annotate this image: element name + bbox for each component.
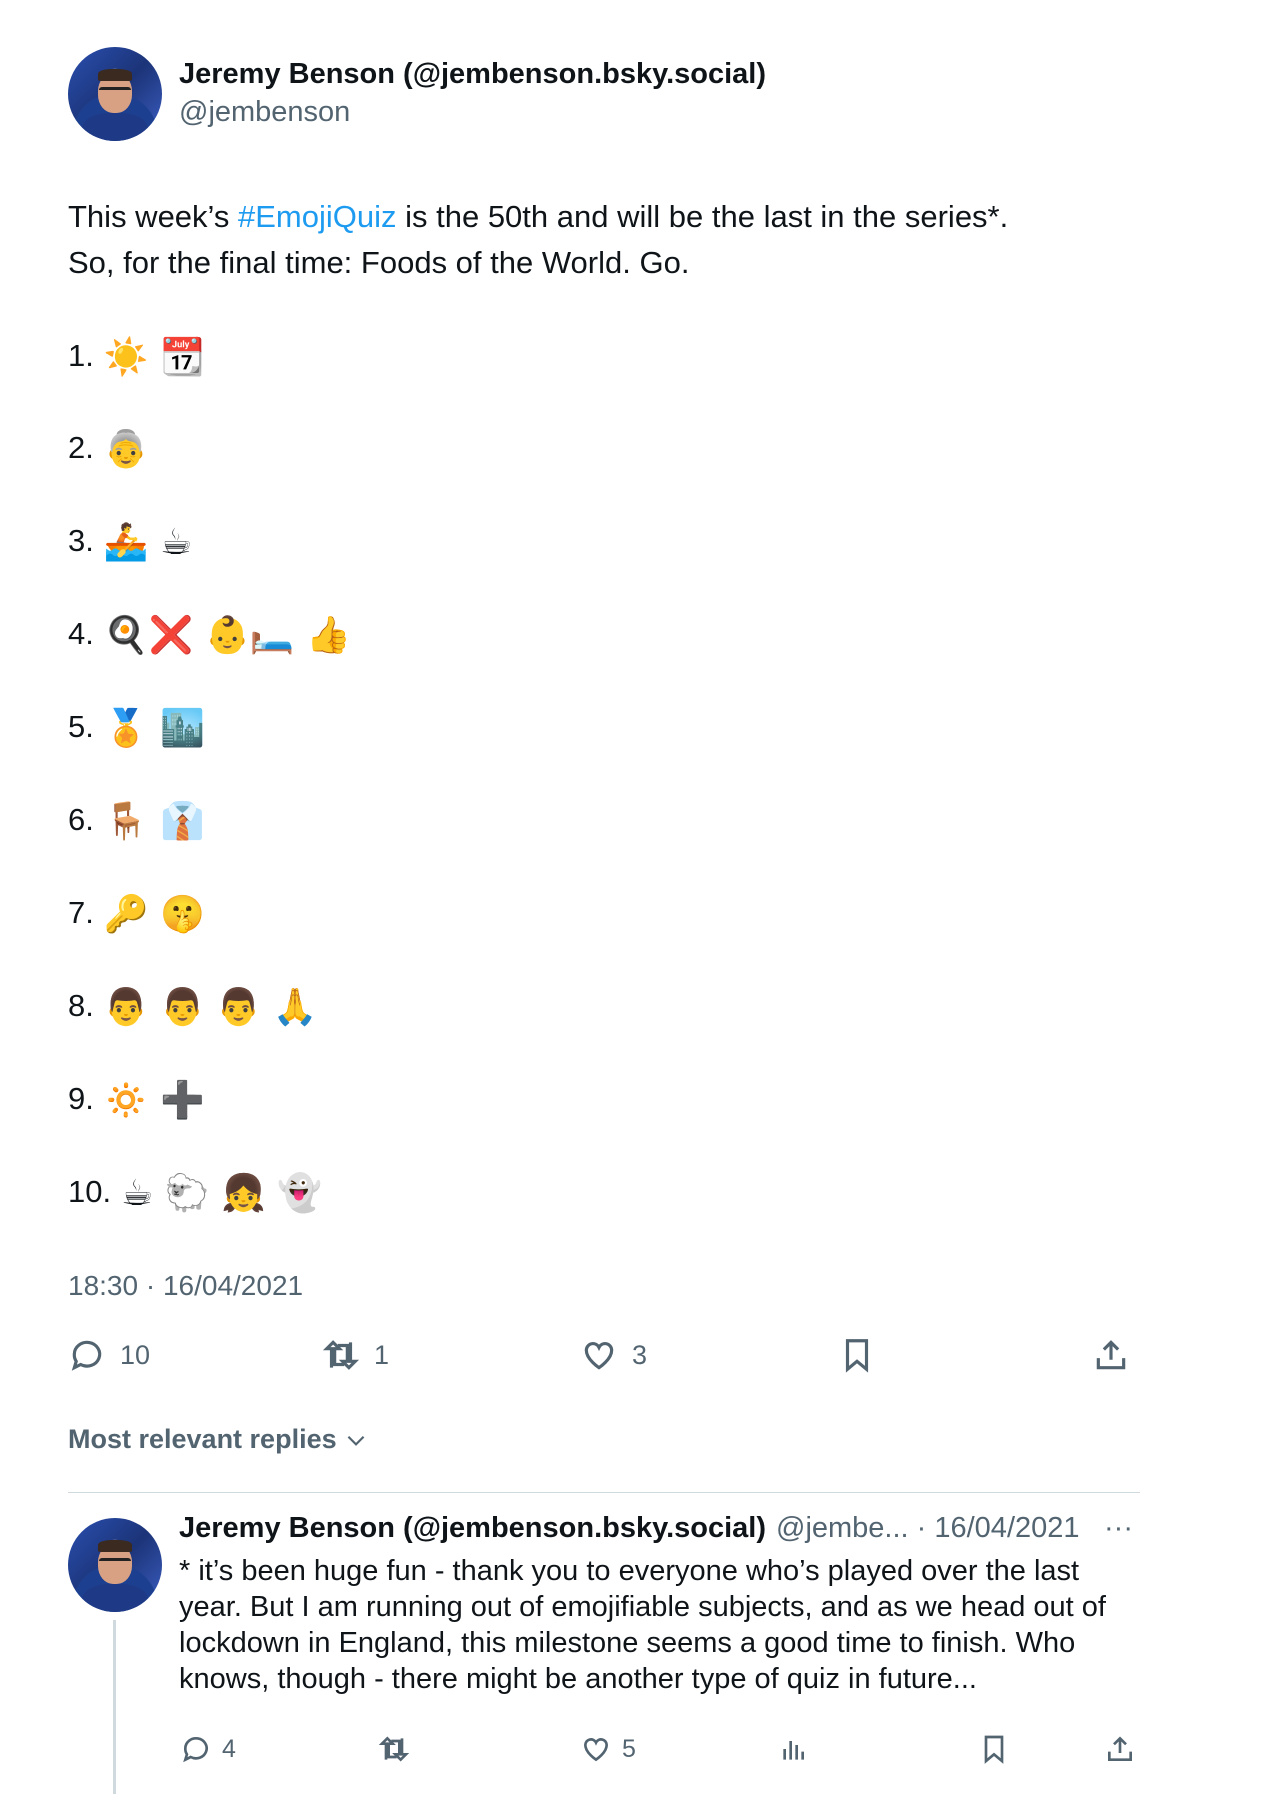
bar-chart-icon <box>783 1741 804 1760</box>
retweet-count: 1 <box>374 1339 390 1370</box>
quiz-item: 5. 🏅 🏙️ <box>68 703 205 751</box>
tweet-text: This week’s #EmojiQuiz is the 50th and w… <box>68 194 1188 240</box>
quiz-item-emojis: 👨 👨 👨 🙏 <box>103 986 318 1028</box>
reply-author-name[interactable]: Jeremy Benson (@jembenson.bsky.social) <box>179 1512 766 1545</box>
retweet-icon <box>378 1736 410 1762</box>
quiz-item: 7. 🔑 🤫 <box>68 889 205 937</box>
more-options-button[interactable]: ··· <box>1104 1512 1133 1545</box>
reply-button[interactable]: 10 <box>68 1336 150 1374</box>
speech-bubble-icon <box>71 1340 102 1371</box>
share-button[interactable] <box>1092 1336 1130 1374</box>
author-avatar[interactable] <box>68 47 162 141</box>
quiz-item: 9. 🔅 ➕ <box>68 1075 205 1123</box>
reply-like-button[interactable]: 5 <box>580 1733 636 1765</box>
like-button[interactable]: 3 <box>580 1336 647 1374</box>
quiz-item-emojis: 🚣 ☕ <box>103 521 193 563</box>
author-name[interactable]: Jeremy Benson (@jembenson.bsky.social) <box>179 58 766 91</box>
replies-sort-dropdown[interactable]: Most relevant replies <box>68 1424 369 1455</box>
reply-author-avatar[interactable] <box>68 1518 162 1612</box>
quiz-item-emojis: ☕ 🐑 👧 👻 <box>121 1172 323 1214</box>
reply-reply-count: 4 <box>222 1734 236 1763</box>
quiz-item: 4. 🍳❌ 👶🛏️ 👍 <box>68 610 351 658</box>
quiz-item-emojis: 👵 <box>103 428 149 470</box>
quiz-item-emojis: 🪑 👔 <box>103 800 205 842</box>
quiz-item: 8. 👨 👨 👨 🙏 <box>68 982 318 1030</box>
quiz-item-emojis: 🔅 ➕ <box>103 1079 205 1121</box>
like-count: 3 <box>632 1339 648 1370</box>
speech-bubble-icon <box>183 1737 208 1763</box>
reply-bookmark-button[interactable] <box>978 1733 1010 1765</box>
heart-icon <box>583 1738 609 1762</box>
author-handle[interactable]: @jembenson <box>179 96 350 129</box>
tweet-text-line2: So, for the final time: Foods of the Wor… <box>68 245 690 280</box>
reply-retweet-button[interactable] <box>378 1733 410 1765</box>
quiz-item-emojis: 🍳❌ 👶🛏️ 👍 <box>103 614 351 656</box>
heart-icon <box>584 1342 614 1370</box>
reply-text: * it’s been huge fun - thank you to ever… <box>179 1555 1106 1695</box>
reply-views-button[interactable] <box>778 1733 810 1765</box>
quiz-item-emojis: ☀️ 📆 <box>103 336 205 378</box>
replies-sort-label: Most relevant replies <box>68 1424 337 1454</box>
quiz-item: 3. 🚣 ☕ <box>68 517 192 565</box>
reply-reply-button[interactable]: 4 <box>180 1733 236 1765</box>
bookmark-icon <box>845 1339 869 1373</box>
reply-header: Jeremy Benson (@jembenson.bsky.social) @… <box>179 1512 1080 1545</box>
bookmark-icon <box>984 1735 1004 1764</box>
quiz-item: 2. 👵 <box>68 424 149 472</box>
thread-line <box>113 1620 116 1794</box>
quiz-item-emojis: 🏅 🏙️ <box>103 707 205 749</box>
reply-handle-date[interactable]: @jembe... · 16/04/2021 <box>776 1512 1080 1545</box>
tweet-text-before: This week’s <box>68 199 238 234</box>
share-icon <box>1108 1736 1132 1761</box>
retweet-icon <box>322 1340 360 1370</box>
tweet-text-after: is the 50th and will be the last in the … <box>396 199 1009 234</box>
divider <box>68 1492 1140 1493</box>
quiz-item-emojis: 🔑 🤫 <box>103 893 205 935</box>
quiz-item: 1. ☀️ 📆 <box>68 332 205 380</box>
quiz-item: 6. 🪑 👔 <box>68 796 205 844</box>
bookmark-button[interactable] <box>838 1336 876 1374</box>
quiz-item: 10. ☕ 🐑 👧 👻 <box>68 1168 322 1216</box>
tweet-timestamp[interactable]: 18:30 · 16/04/2021 <box>68 1270 303 1302</box>
reply-share-button[interactable] <box>1104 1733 1136 1765</box>
retweet-button[interactable]: 1 <box>322 1336 389 1374</box>
reply-like-count: 5 <box>622 1734 636 1763</box>
chevron-down-icon <box>347 1435 364 1446</box>
share-icon <box>1096 1340 1126 1370</box>
reply-count: 10 <box>120 1339 151 1370</box>
hashtag-link[interactable]: #EmojiQuiz <box>238 199 397 234</box>
